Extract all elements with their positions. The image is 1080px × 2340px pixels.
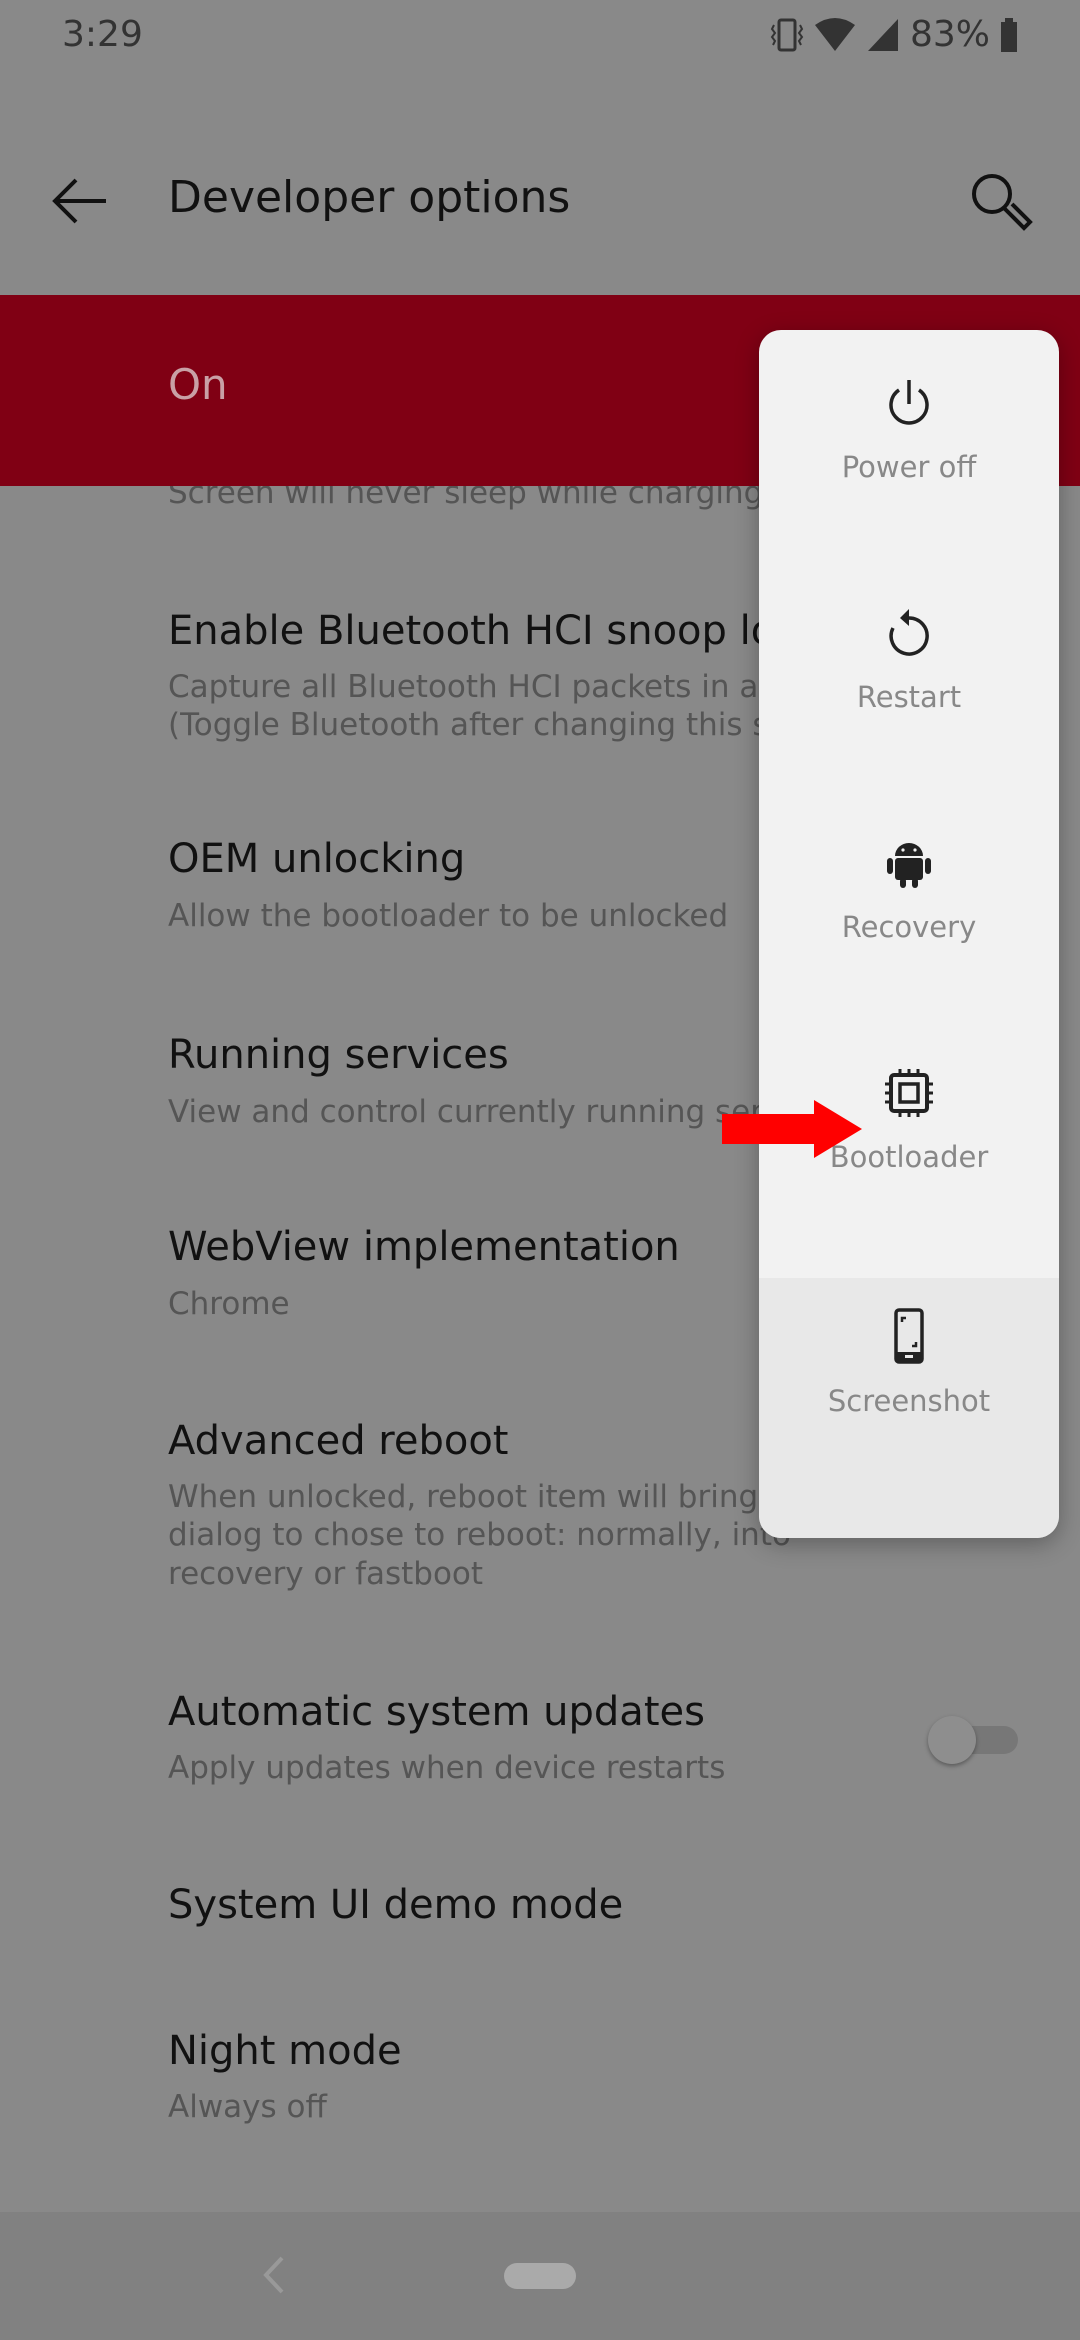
nav-back-icon[interactable] [258, 2250, 288, 2300]
master-switch-label: On [168, 360, 228, 409]
search-icon[interactable] [968, 170, 1034, 236]
back-arrow-icon[interactable] [50, 176, 110, 226]
battery-percent: 83% [909, 14, 990, 55]
status-time: 3:29 [62, 14, 143, 55]
power-off-button[interactable]: Power off [759, 330, 1059, 560]
setting-summary: dialog to chose to reboot: normally, int… [168, 1517, 791, 1553]
recovery-label: Recovery [841, 910, 977, 944]
wifi-icon [814, 17, 855, 51]
setting-summary: recovery or fastboot [168, 1556, 484, 1592]
restart-icon [889, 609, 929, 656]
power-menu: Power off Restart Recovery Bootloader Sc… [759, 330, 1059, 1538]
setting-summary: Always off [168, 2089, 327, 2125]
power-off-label: Power off [841, 450, 977, 484]
chip-icon [885, 1069, 933, 1117]
setting-title: WebView implementation [168, 1224, 680, 1270]
setting-title: Night mode [168, 2028, 402, 2074]
restart-label: Restart [856, 680, 962, 714]
setting-summary: Apply updates when device restarts [168, 1750, 726, 1786]
setting-title: System UI demo mode [168, 1882, 624, 1928]
vibrate-icon [770, 18, 804, 51]
setting-summary: Capture all Bluetooth HCI packets in a f… [168, 669, 816, 705]
setting-summary: Allow the bootloader to be unlocked [168, 898, 729, 934]
setting-summary: Chrome [168, 1286, 290, 1322]
setting-title: Advanced reboot [168, 1418, 509, 1464]
battery-icon [1001, 17, 1017, 52]
power-icon [889, 380, 929, 425]
setting-title: Automatic system updates [168, 1689, 705, 1735]
signal-icon [867, 18, 898, 51]
recovery-button[interactable]: Recovery [759, 790, 1059, 1020]
nav-home-pill[interactable] [504, 2263, 576, 2289]
restart-button[interactable]: Restart [759, 560, 1059, 790]
screenshot-button[interactable]: Screenshot [759, 1278, 1059, 1538]
screenshot-label: Screenshot [827, 1384, 991, 1418]
setting-title: Enable Bluetooth HCI snoop log [168, 608, 801, 654]
setting-title: OEM unlocking [168, 836, 466, 882]
red-arrow-icon [722, 1100, 862, 1158]
status-icons: 83% [770, 14, 1018, 55]
phone-screenshot-icon [894, 1308, 924, 1364]
stay-awake-summary: Screen will never sleep while charging [168, 486, 764, 511]
setting-summary: When unlocked, reboot item will bring up… [168, 1479, 837, 1515]
setting-title: Running services [168, 1032, 509, 1078]
android-icon [887, 843, 931, 888]
auto-updates-toggle[interactable] [928, 1716, 1018, 1764]
page-title: Developer options [168, 172, 571, 223]
